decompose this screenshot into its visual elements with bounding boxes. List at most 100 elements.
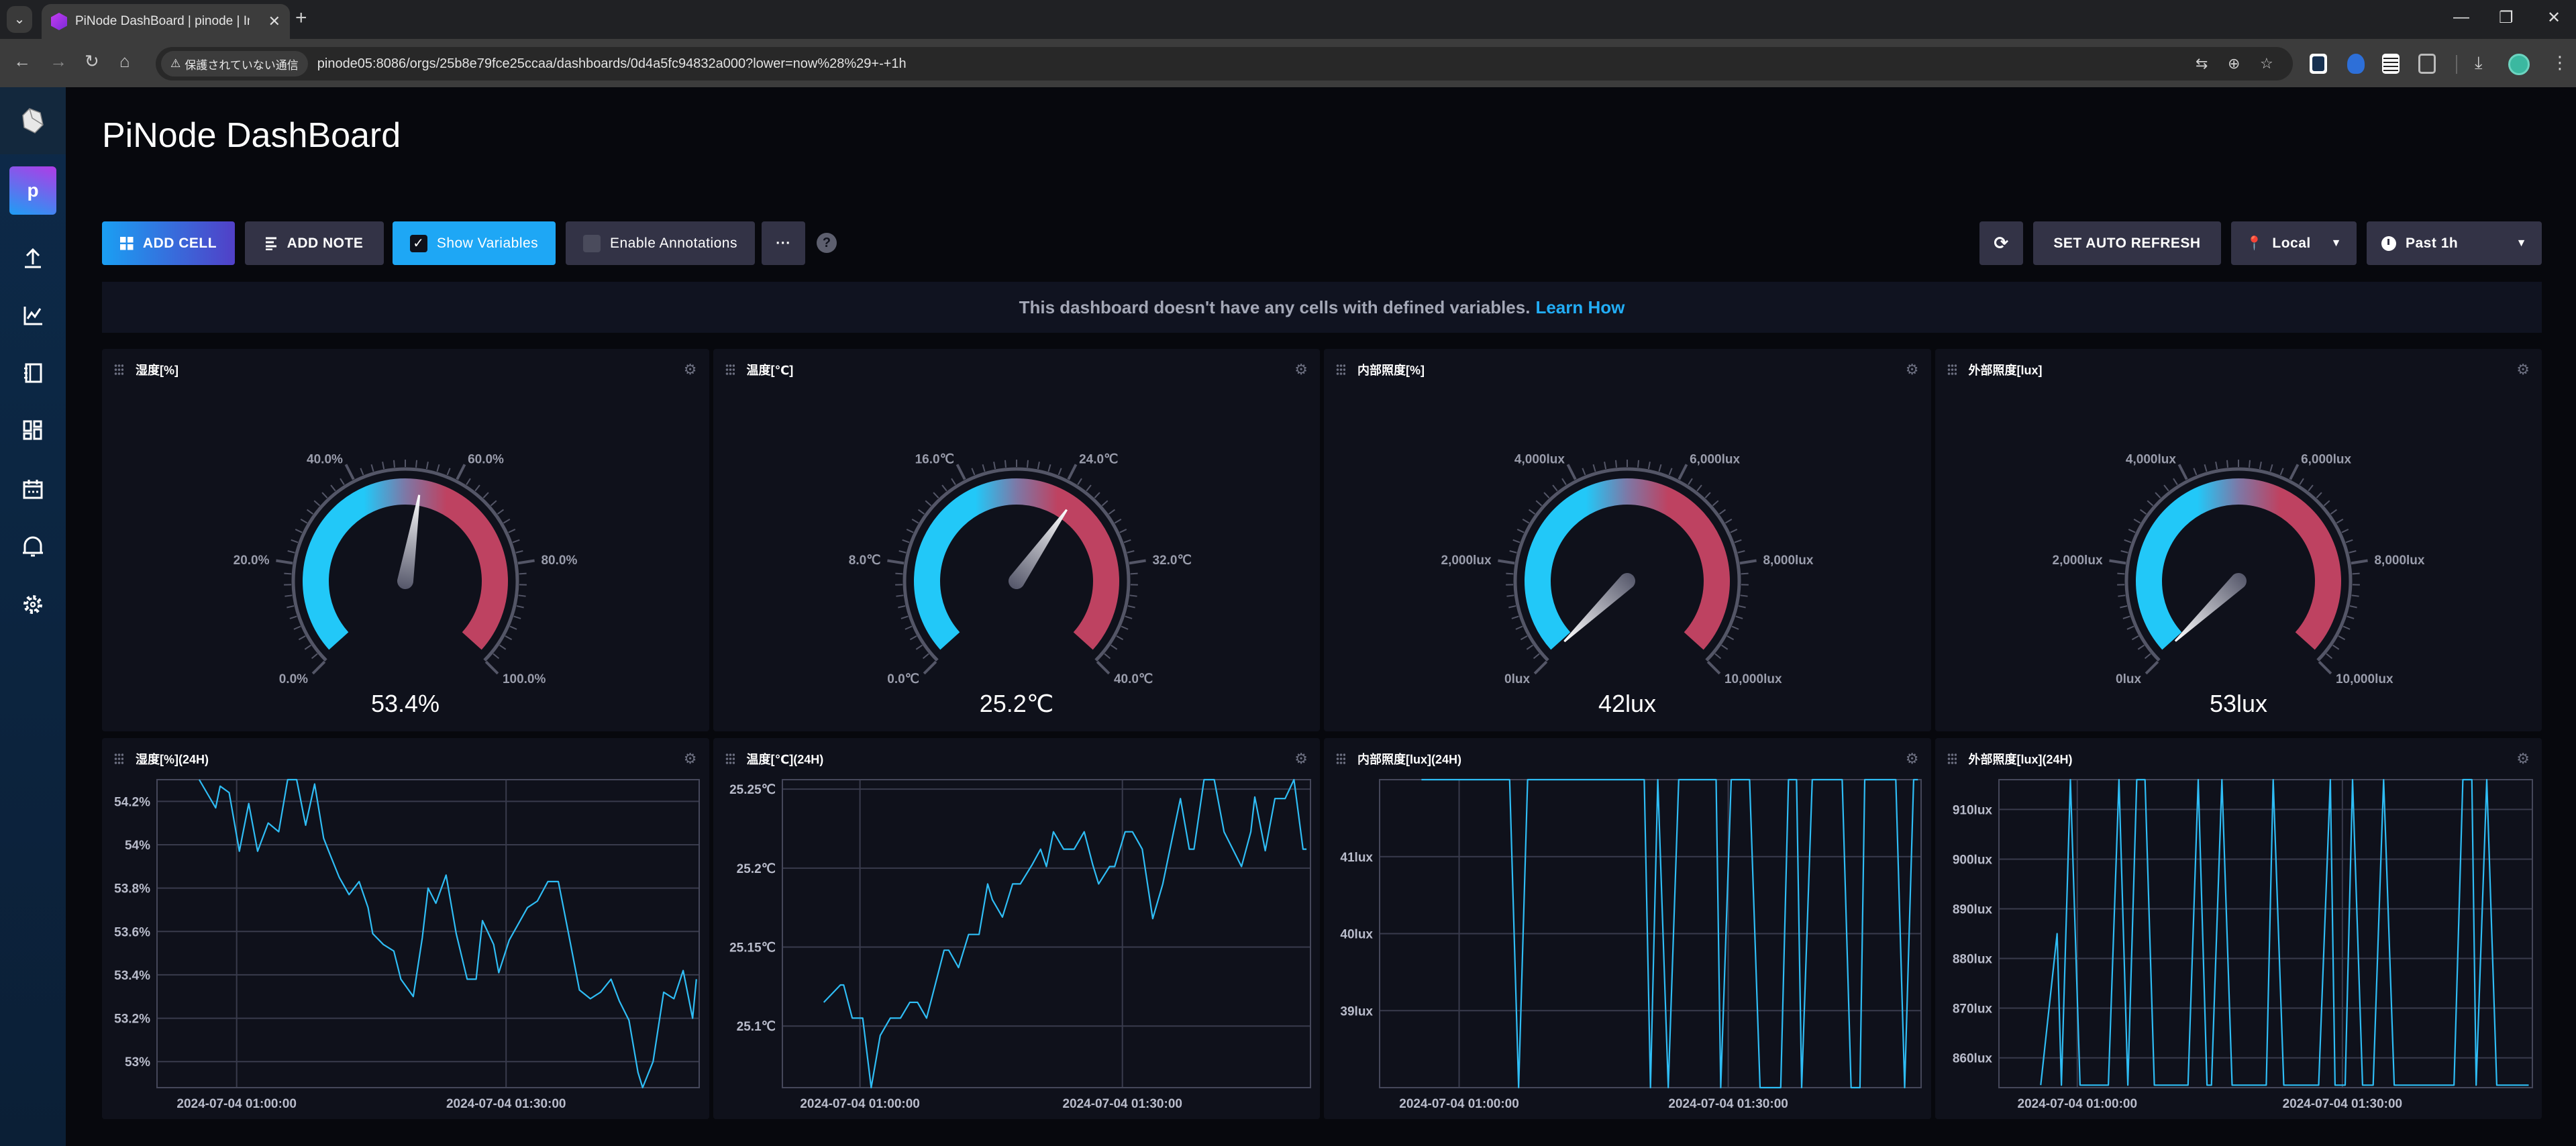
gauge-minor-tick — [505, 635, 513, 641]
sidebar-item-alerts[interactable] — [19, 533, 46, 560]
set-auto-refresh-button[interactable]: SET AUTO REFRESH — [2033, 221, 2221, 265]
sidebar-item-data-explorer[interactable] — [19, 302, 46, 329]
cell-gear-icon[interactable]: ⚙ — [684, 750, 697, 768]
zoom-icon[interactable]: ⊕ — [2228, 55, 2240, 72]
address-bar[interactable]: ⚠ 保護されていない通信 pinode05:8086/orgs/25b8e79f… — [156, 47, 2293, 81]
url-text[interactable]: pinode05:8086/orgs/25b8e79fce25ccaa/dash… — [317, 56, 907, 72]
gauge-needle — [2174, 573, 2247, 642]
extensions-puzzle-icon[interactable] — [2418, 54, 2436, 74]
gauge-tick-label: 8,000lux — [2374, 554, 2424, 568]
add-note-label: ADD NOTE — [287, 235, 364, 251]
gauge-minor-tick — [1129, 594, 1137, 597]
learn-how-link[interactable]: Learn How — [1535, 297, 1625, 318]
extension-icon[interactable] — [2310, 54, 2327, 74]
tab-list-chevron-icon[interactable]: ⌄ — [7, 6, 32, 33]
home-icon[interactable]: ⌂ — [119, 51, 130, 72]
gauge-tick-label: 60.0% — [468, 452, 504, 466]
reload-icon[interactable]: ↻ — [85, 51, 99, 72]
gauge-major-tick — [1129, 559, 1146, 565]
drag-handle-icon[interactable] — [1947, 753, 1957, 765]
back-arrow-icon[interactable]: ← — [13, 51, 31, 72]
show-variables-toggle[interactable]: ✓ Show Variables — [393, 221, 556, 265]
help-icon[interactable]: ? — [817, 233, 837, 253]
influxdb-logo[interactable] — [0, 87, 66, 154]
gauge-minor-tick — [906, 529, 914, 533]
extension-notes-icon[interactable] — [2382, 54, 2400, 74]
cell-gear-icon[interactable]: ⚙ — [2516, 750, 2530, 768]
cell-gear-icon[interactable]: ⚙ — [1906, 361, 1919, 378]
drag-handle-icon[interactable] — [114, 364, 123, 376]
sidebar-item-dashboards[interactable] — [19, 417, 46, 444]
drag-handle-icon[interactable] — [114, 753, 123, 765]
cell-gear-icon[interactable]: ⚙ — [1906, 750, 1919, 768]
cell-header: 湿度[%] ⚙ — [114, 360, 697, 380]
sidebar-item-tasks[interactable] — [19, 476, 46, 503]
minimize-icon[interactable]: — — [2453, 8, 2469, 27]
new-tab-plus-icon[interactable]: + — [295, 7, 307, 30]
more-options-button[interactable]: ··· — [762, 221, 805, 265]
download-icon[interactable]: ⤓ — [2475, 52, 2483, 74]
security-chip[interactable]: ⚠ 保護されていない通信 — [161, 51, 308, 76]
translate-icon[interactable]: ⇆ — [2196, 55, 2208, 72]
extension-cat-icon[interactable] — [2347, 54, 2365, 74]
dropdown-caret-icon: ▼ — [2330, 237, 2342, 249]
cell-gear-icon[interactable]: ⚙ — [1294, 750, 1308, 768]
gauge-minor-tick — [922, 653, 929, 660]
gauge-minor-tick — [330, 484, 336, 492]
sidebar-item-settings[interactable] — [19, 591, 46, 618]
x-tick-label: 2024-07-04 01:00:00 — [176, 1097, 297, 1111]
x-tick-label: 2024-07-04 01:30:00 — [446, 1097, 566, 1111]
gauge-major-tick — [923, 660, 937, 675]
gauge-minor-tick — [1696, 484, 1702, 492]
restore-icon[interactable]: ❐ — [2499, 8, 2514, 28]
enable-annotations-checkbox[interactable] — [583, 234, 601, 252]
y-tick-label: 860lux — [1952, 1052, 1992, 1066]
gauge-tick-label: 0lux — [1504, 672, 1530, 686]
cell-title: 湿度[%](24H) — [136, 753, 209, 766]
gauge-minor-tick — [1037, 462, 1040, 470]
add-cell-button[interactable]: ADD CELL — [102, 221, 235, 265]
drag-handle-icon[interactable] — [725, 753, 735, 765]
gauge-minor-tick — [2332, 644, 2339, 650]
gauge-minor-tick — [1731, 625, 1739, 630]
show-variables-label: Show Variables — [436, 235, 539, 251]
enable-annotations-label: Enable Annotations — [610, 235, 737, 251]
gauge-minor-tick — [900, 615, 909, 619]
sidebar-item-notebooks[interactable] — [19, 360, 46, 386]
bookmark-star-icon[interactable]: ☆ — [2260, 55, 2273, 72]
cell-gear-icon[interactable]: ⚙ — [684, 361, 697, 378]
drag-handle-icon[interactable] — [1947, 364, 1957, 376]
timezone-dropdown[interactable]: 📍 Local ▼ — [2231, 221, 2357, 265]
cell-title: 温度[℃] — [746, 364, 794, 377]
gauge-tick-label: 10,000lux — [2335, 672, 2393, 686]
drag-handle-icon[interactable] — [1336, 753, 1345, 765]
show-variables-checkbox-checked-icon[interactable]: ✓ — [409, 234, 427, 252]
cell-header: 内部照度[%] ⚙ — [1336, 360, 1919, 380]
cell-gear-icon[interactable]: ⚙ — [2516, 361, 2530, 378]
add-note-button[interactable]: ADD NOTE — [245, 221, 384, 265]
profile-avatar[interactable] — [2508, 54, 2530, 75]
gauge-minor-tick — [1114, 519, 1121, 524]
gauge-minor-tick — [2342, 625, 2351, 630]
gauge-minor-tick — [2120, 550, 2128, 554]
sidebar-item-load-data[interactable] — [19, 244, 46, 271]
refresh-button[interactable]: ⟳ — [1979, 221, 2023, 265]
gauge-major-tick — [886, 559, 904, 565]
drag-handle-icon[interactable] — [725, 364, 735, 376]
gauge-tick-label: 24.0℃ — [1079, 452, 1118, 466]
org-avatar[interactable]: p — [9, 166, 56, 215]
cell-gear-icon[interactable]: ⚙ — [1294, 361, 1308, 378]
time-range-dropdown[interactable]: Past 1h ▼ — [2367, 221, 2542, 265]
tab-close-icon[interactable]: ✕ — [268, 13, 280, 30]
gauge-minor-tick — [2298, 478, 2304, 486]
drag-handle-icon[interactable] — [1336, 364, 1345, 376]
close-window-icon[interactable]: ✕ — [2547, 8, 2561, 28]
forward-arrow-icon[interactable]: → — [50, 51, 67, 72]
enable-annotations-toggle[interactable]: Enable Annotations — [566, 221, 755, 265]
browser-menu-icon[interactable]: ⋮ — [2551, 52, 2569, 73]
gauge-minor-tick — [1730, 529, 1738, 533]
gauge-minor-tick — [508, 529, 516, 533]
gauge-minor-tick — [304, 644, 311, 650]
gauge-minor-tick — [932, 492, 939, 499]
browser-tab[interactable]: PiNode DashBoard | pinode | In ✕ — [42, 4, 290, 39]
